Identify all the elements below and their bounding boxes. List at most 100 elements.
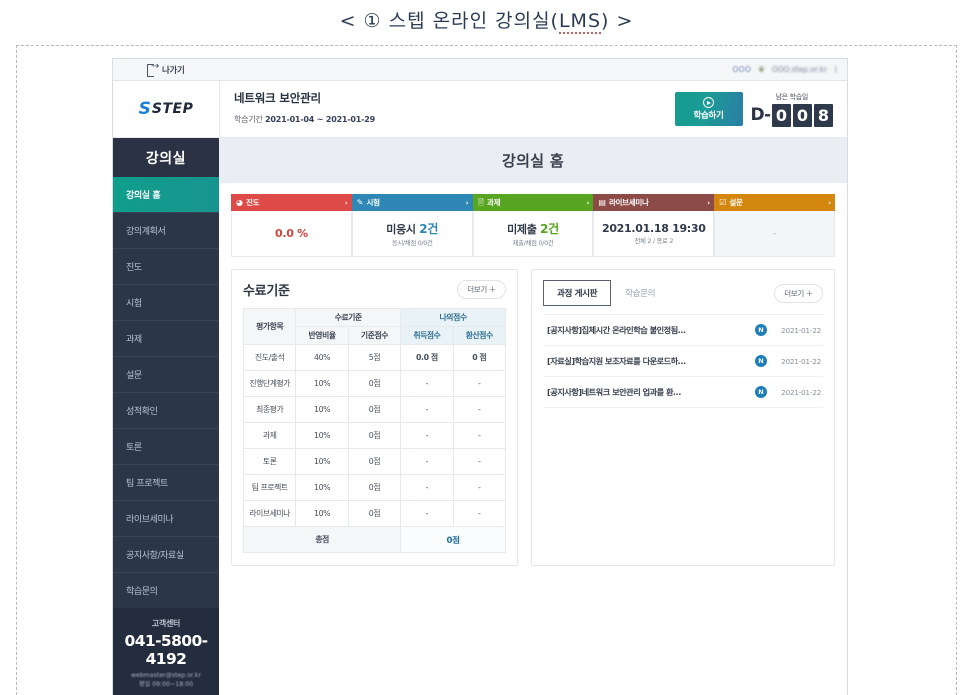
col-group-mine: 나의점수 <box>400 308 506 327</box>
sidebar-item-5[interactable]: 과제 <box>113 321 219 356</box>
sidebar-item-9[interactable]: 팀 프로젝트 <box>113 465 219 500</box>
tab-study-inquiry[interactable]: 학습문의 <box>611 280 670 306</box>
criteria-panel-title: 수료기준 <box>243 284 290 299</box>
sidebar-item-label: 강의실 홈 <box>126 190 161 201</box>
course-period-label: 학습기간 <box>234 115 263 124</box>
clipboard-check-icon: ☑ <box>719 197 727 207</box>
criteria-base-score: 5점 <box>347 344 402 371</box>
main-content: 강의실 홈 ◕ 진도 › 0.0 % ✎ 시험 › 미응시 2건 응시/채점 0/0건 🗎 과제 › 미… <box>219 138 847 695</box>
criteria-base-score: 0점 <box>347 370 402 397</box>
sidebar-item-label: 시험 <box>126 298 142 309</box>
board-row-title: [공지사항]네트워크 보안관리 업과를 환… <box>547 387 681 397</box>
sidebar-nav: 강의실 홈강의계획서 진도시험과제 설문 성적확인토론팀 프로젝트라이브세미나공지사항… <box>113 177 219 608</box>
criteria-converted-score: - <box>452 422 507 449</box>
criteria-earned-score: - <box>400 396 454 423</box>
study-button-label: 학습하기 <box>693 110 724 120</box>
col-group-standard: 수료기준 <box>295 308 402 327</box>
criteria-table: 평가항목 수료기준 나의점수 반영비율 기준점수 취득점수 환산점수 진도/출석… <box>242 308 507 553</box>
criteria-total-label: 총점 <box>242 526 402 553</box>
status-card-header[interactable]: ☑ 설문 › <box>714 194 835 211</box>
status-card-subtext: 전체 2 / 종료 2 <box>634 237 674 245</box>
criteria-row: 과제 10% 0점 - - <box>242 422 507 449</box>
criteria-row: 라이브세미나 10% 0점 - - <box>242 500 507 527</box>
course-period-value: 2021-01-04 ~ 2021-01-29 <box>264 115 376 124</box>
sidebar-item-11[interactable]: 공지사항/자료실 <box>113 537 219 572</box>
col-converted: 환산점수 <box>452 326 507 345</box>
status-card-1[interactable]: ◕ 진도 › 0.0 % <box>231 194 352 257</box>
board-row-title: [자료실]학습지원 보조자료를 다운로드하… <box>547 356 686 366</box>
page-title: 강의실 홈 <box>219 138 847 183</box>
sidebar-item-4[interactable]: 시험 <box>113 285 219 320</box>
criteria-ratio: 10% <box>295 370 349 397</box>
tab-course-board[interactable]: 과정 게시판 <box>543 280 612 306</box>
criteria-item-name: 진도/출석 <box>242 344 297 371</box>
exit-door-icon <box>147 61 159 77</box>
screenshot-page: < ① 스텝 온라인 강의실(LMS) > 나가기 OOO ❦ OOO.step… <box>0 0 973 695</box>
board-row[interactable]: [자료실]학습지원 보조자료를 다운로드하… N 2021-01-22 <box>543 346 823 377</box>
col-earned: 취득점수 <box>400 326 454 345</box>
exit-button[interactable]: 나가기 <box>147 61 185 77</box>
course-header: S STEP 네트워크 보안관리 학습기간 2021-01-04 ~ 2021-… <box>113 81 847 138</box>
topbar-trailing: ) <box>834 65 837 74</box>
sidebar-item-1[interactable]: 강의실 홈 <box>113 177 219 212</box>
caption-underlined: LMS <box>558 10 602 34</box>
status-card-3[interactable]: 🗎 과제 › 미제출 2건 제출/채점 0/0건 <box>472 194 594 257</box>
criteria-converted-score: - <box>452 500 507 527</box>
sidebar-item-label: 토론 <box>126 442 142 453</box>
status-card-header[interactable]: ✎ 시험 › <box>351 194 473 211</box>
sidebar-item-2[interactable]: 강의계획서 <box>113 213 219 248</box>
criteria-item-name: 과제 <box>242 422 297 449</box>
status-card-label: 진도 <box>245 198 260 207</box>
dday-prefix: D- <box>750 105 772 125</box>
board-more-button[interactable]: 더보기 ＋ <box>774 283 823 303</box>
criteria-item-name: 라이브세미나 <box>242 500 297 527</box>
status-card-body: - <box>714 211 835 257</box>
status-card-value: 미제출 2건 <box>507 222 559 236</box>
play-circle-icon <box>703 97 715 108</box>
criteria-ratio: 40% <box>295 344 349 371</box>
status-card-header[interactable]: ▤ 라이브세미나 › <box>593 194 715 211</box>
customer-center-label: 고객센터 <box>151 619 181 628</box>
criteria-ratio: 10% <box>295 396 349 423</box>
dday-counter: 남은 학습일 D- 0 0 8 <box>751 92 833 127</box>
study-button[interactable]: 학습하기 <box>674 92 743 126</box>
video-camera-icon: ▤ <box>598 197 606 207</box>
status-card-label: 설문 <box>729 198 743 207</box>
sidebar-item-label: 학습문의 <box>126 586 158 597</box>
dday-digit: 0 <box>793 103 812 127</box>
board-row[interactable]: [공지사항]집체시간 온라인학습 불인정됨… N 2021-01-22 <box>543 315 823 346</box>
sidebar-item-3[interactable]: 진도 <box>113 249 219 284</box>
status-card-2[interactable]: ✎ 시험 › 미응시 2건 응시/채점 0/0건 <box>351 194 473 257</box>
sidebar-item-7[interactable]: 성적확인 <box>113 393 219 428</box>
board-row[interactable]: [공지사항]네트워크 보안관리 업과를 환… N 2021-01-22 <box>543 377 823 408</box>
board-row-date: 2021-01-22 <box>781 325 821 335</box>
status-card-4[interactable]: ▤ 라이브세미나 › 2021.01.18 19:30 전체 2 / 종료 2 <box>593 194 715 257</box>
status-card-body: 0.0 % <box>231 211 352 257</box>
criteria-base-score: 0점 <box>347 500 402 527</box>
window-topbar: 나가기 OOO ❦ OOO.step.or.kr ) <box>113 59 847 81</box>
criteria-base-score: 0점 <box>347 396 402 423</box>
status-card-header[interactable]: ◕ 진도 › <box>231 194 352 211</box>
criteria-item-name: 팀 프로젝트 <box>242 474 297 501</box>
chevron-right-icon: › <box>465 198 469 207</box>
sidebar-item-label: 라이브세미나 <box>126 514 174 525</box>
sidebar-item-6[interactable]: 설문 <box>113 357 219 392</box>
criteria-earned-score: - <box>400 474 454 501</box>
sidebar-item-10[interactable]: 라이브세미나 <box>113 501 219 536</box>
sidebar-item-8[interactable]: 토론 <box>113 429 219 464</box>
sidebar-item-12[interactable]: 학습문의 <box>113 573 219 608</box>
completion-criteria-panel: 수료기준 더보기 ＋ 평가항목 수료기준 나의점수 반영비율 기준점수 취득점수… <box>231 269 518 566</box>
sidebar-footer: 고객센터 041-5800-4192 webmaster@step.or.kr … <box>113 608 219 695</box>
status-card-body: 미제출 2건 제출/채점 0/0건 <box>472 211 594 257</box>
brand-logo[interactable]: S STEP <box>113 81 219 137</box>
criteria-ratio: 10% <box>295 500 349 527</box>
chevron-right-icon: › <box>707 198 711 207</box>
status-card-5[interactable]: ☑ 설문 › - <box>714 194 835 257</box>
logo-s-mark: S <box>138 98 151 119</box>
board-row-date: 2021-01-22 <box>781 356 821 366</box>
criteria-base-score: 0점 <box>347 422 402 449</box>
status-card-header[interactable]: 🗎 과제 › <box>472 194 594 211</box>
status-card-value-accent: 2건 <box>419 222 439 236</box>
page-caption: < ① 스텝 온라인 강의실(LMS) > <box>0 6 973 34</box>
criteria-more-button[interactable]: 더보기 ＋ <box>457 280 506 299</box>
